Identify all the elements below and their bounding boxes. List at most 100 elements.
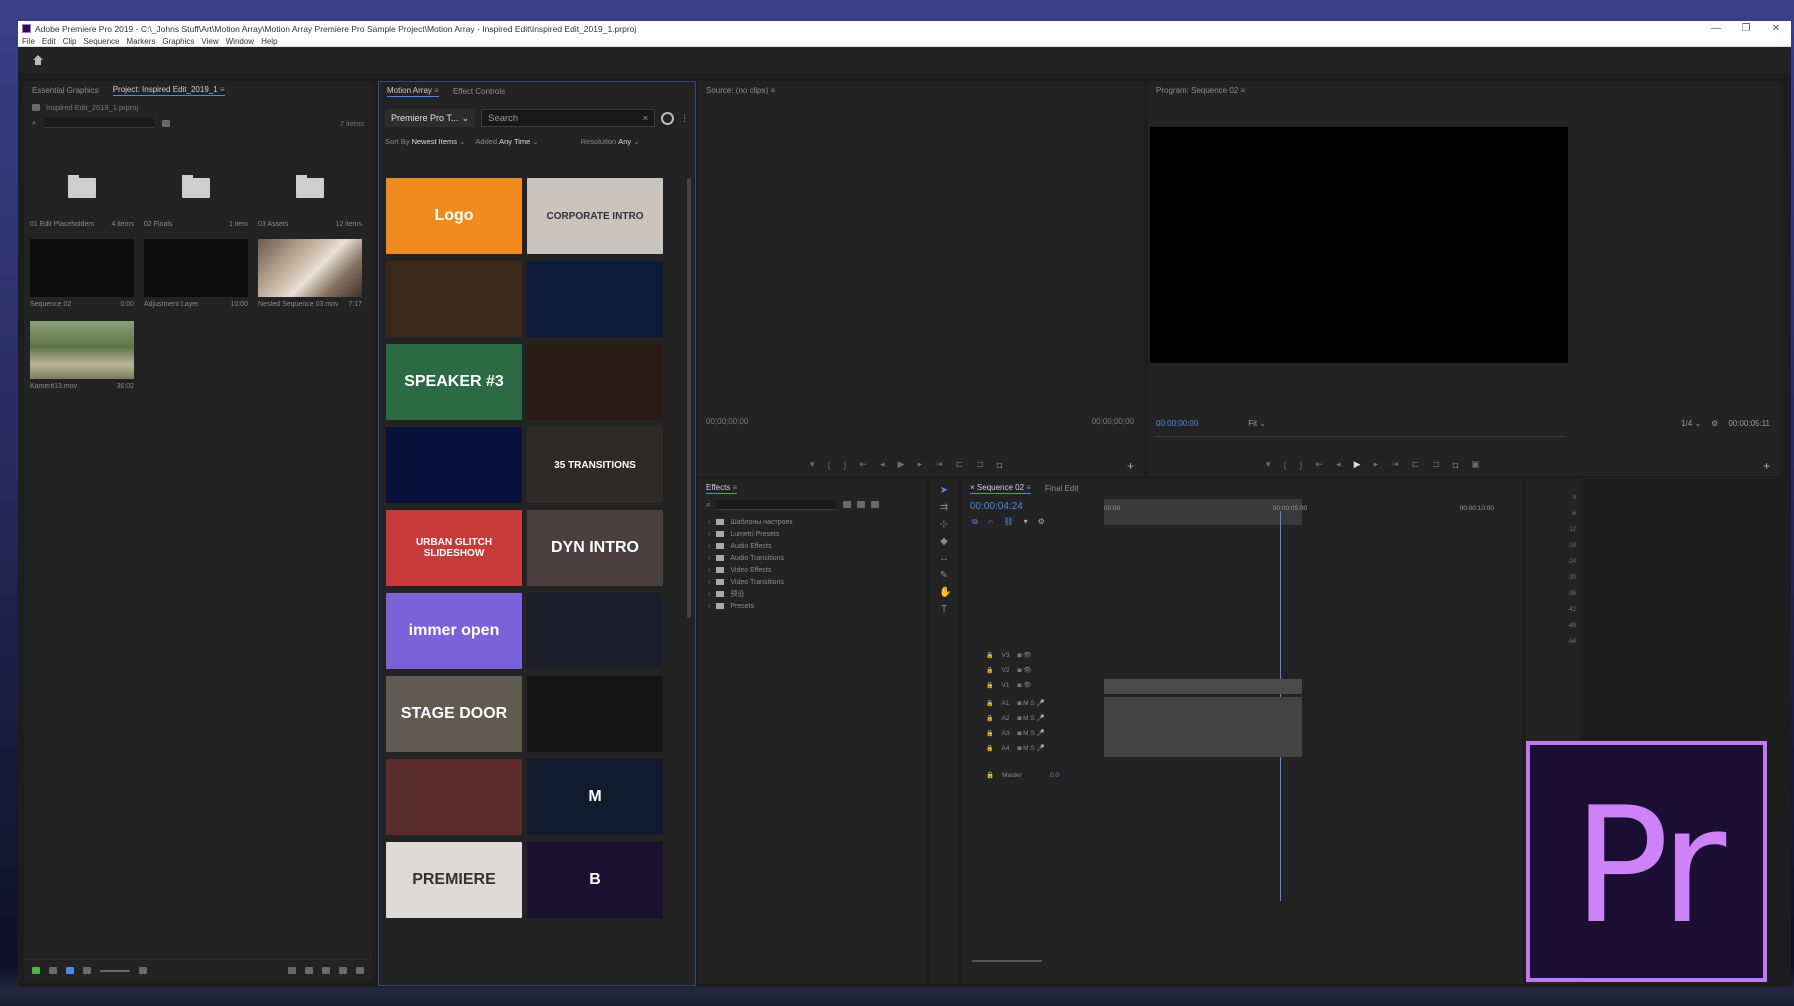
panel-menu-icon[interactable]: ≡ [733, 483, 738, 492]
trash-icon[interactable] [356, 967, 364, 974]
step-forward-icon[interactable]: ▸ [1374, 459, 1379, 470]
restore-button[interactable]: ❐ [1731, 23, 1761, 34]
new-bin-icon[interactable] [162, 119, 171, 127]
yuv-effects-icon[interactable] [871, 501, 880, 508]
template-tile[interactable]: 35 TRANSITIONS [527, 427, 663, 503]
program-scrub-bar[interactable] [1154, 436, 1566, 437]
template-tile[interactable]: SPEAKER #3 [386, 344, 522, 420]
template-tile[interactable] [527, 261, 663, 337]
clear-search-icon[interactable]: × [643, 113, 649, 124]
template-tile[interactable]: URBAN GLITCH SLIDESHOW [386, 510, 522, 586]
hand-tool-icon[interactable]: ✋ [939, 588, 951, 598]
tab-effects[interactable]: Effects ≡ [706, 483, 738, 494]
template-tile[interactable]: STAGE DOOR [386, 676, 522, 752]
freeform-view-icon[interactable] [83, 967, 91, 974]
lock-icon[interactable]: 🔒 [986, 715, 993, 722]
razor-tool-icon[interactable]: ◆ [939, 537, 949, 547]
menu-window[interactable]: Window [226, 37, 254, 46]
panel-menu-icon[interactable]: ≡ [770, 86, 775, 95]
lock-icon[interactable]: 🔒 [986, 652, 993, 659]
minimize-button[interactable]: — [1701, 23, 1731, 34]
lock-icon[interactable]: 🔒 [986, 682, 993, 689]
go-to-in-icon[interactable]: ⇤ [1316, 459, 1324, 470]
lock-icon[interactable]: 🔒 [986, 700, 993, 707]
play-icon[interactable]: ▶ [898, 459, 905, 470]
lock-icon[interactable] [32, 967, 40, 974]
project-search-input[interactable] [44, 118, 155, 128]
home-icon[interactable] [32, 54, 44, 66]
panel-menu-icon[interactable]: ≡ [434, 86, 439, 95]
resolution-dropdown[interactable]: 1/4 ⌄ [1681, 419, 1701, 428]
effects-search-input[interactable] [717, 499, 838, 510]
tab-final-edit[interactable]: Final Edit [1045, 484, 1078, 493]
source-playhead-timecode[interactable]: 00;00;00;00 [706, 417, 748, 426]
mark-in-icon[interactable]: { [1284, 460, 1287, 470]
sort-icon[interactable] [139, 967, 147, 974]
mark-in-icon[interactable]: { [828, 460, 831, 470]
track-label[interactable]: A1 [1001, 700, 1009, 707]
chevron-right-icon[interactable]: › [708, 531, 710, 538]
track-label[interactable]: A4 [1001, 745, 1009, 752]
mark-out-icon[interactable]: } [844, 460, 847, 470]
template-tile[interactable]: B [527, 842, 663, 918]
ripple-edit-tool-icon[interactable]: ⊹ [939, 520, 949, 530]
effects-folder[interactable]: › 预设 [708, 588, 916, 600]
tab-essential-graphics[interactable]: Essential Graphics [32, 86, 99, 95]
panel-menu-icon[interactable]: ≡ [1241, 86, 1246, 95]
export-frame-icon[interactable]: ◘ [1453, 460, 1458, 470]
track-select-tool-icon[interactable]: ⇉ [939, 503, 949, 513]
template-tile[interactable]: M [527, 759, 663, 835]
insert-icon[interactable]: ⊏ [956, 459, 964, 470]
master-volume[interactable]: 0.0 [1050, 772, 1059, 779]
linked-selection-icon[interactable]: ⛓ [1003, 517, 1013, 527]
wrench-icon[interactable]: ⚙ [1038, 517, 1045, 527]
menu-markers[interactable]: Markers [127, 37, 156, 46]
clip-item[interactable]: Kamerit13.mov 36:02 [30, 321, 134, 390]
automate-icon[interactable] [288, 967, 296, 974]
go-to-in-icon[interactable]: ⇤ [860, 459, 868, 470]
overwrite-icon[interactable]: ⊐ [976, 459, 984, 470]
menu-help[interactable]: Help [261, 37, 277, 46]
template-tile[interactable] [527, 593, 663, 669]
effects-folder[interactable]: › Video Effects [708, 564, 916, 576]
add-marker-icon[interactable]: ▾ [1024, 517, 1028, 527]
effects-folder[interactable]: › Presets [708, 600, 916, 612]
track-label[interactable]: V3 [1001, 652, 1009, 659]
nest-icon[interactable]: ⧉ [972, 517, 978, 527]
clip-item[interactable]: Sequence 02 0:00 [30, 239, 134, 308]
bin-item[interactable]: 02 Finals 1 item [144, 159, 248, 228]
lift-icon[interactable]: ⊏ [1412, 459, 1420, 470]
template-tile[interactable] [527, 676, 663, 752]
track-label[interactable]: V2 [1001, 667, 1009, 674]
track-label[interactable]: V1 [1001, 682, 1009, 689]
lock-icon[interactable]: 🔒 [986, 667, 993, 674]
lock-icon[interactable]: 🔒 [986, 730, 993, 737]
timeline-ruler-work-area[interactable] [1104, 499, 1302, 525]
selection-tool-icon[interactable]: ➤ [939, 486, 949, 496]
timeline-zoom-scrollbar[interactable] [972, 960, 1042, 962]
tab-motion-array[interactable]: Motion Array ≡ [387, 86, 439, 97]
resolution-filter[interactable]: Resolution Any ⌄ [581, 137, 640, 146]
template-tile[interactable]: immer open [386, 593, 522, 669]
timeline-timecode[interactable]: 00:00:04:24 [970, 501, 1023, 512]
video-clip[interactable] [1104, 679, 1302, 694]
bin-item[interactable]: 03 Assets 12 items [258, 159, 362, 228]
add-marker-icon[interactable]: ▾ [1266, 459, 1271, 470]
template-tile[interactable] [386, 759, 522, 835]
search-input[interactable]: Search × [481, 109, 656, 127]
clip-item[interactable]: Adjustment Layer 10:00 [144, 239, 248, 308]
tab-sequence-02[interactable]: × Sequence 02 ≡ [970, 483, 1031, 494]
pen-tool-icon[interactable]: ✎ [939, 571, 949, 581]
accelerated-effects-icon[interactable] [843, 501, 852, 508]
go-to-out-icon[interactable]: ⇥ [1391, 459, 1399, 470]
icon-view-icon[interactable] [66, 967, 74, 974]
effects-folder[interactable]: › Audio Effects [708, 540, 916, 552]
program-add-button[interactable]: + [1763, 459, 1770, 473]
chevron-right-icon[interactable]: › [708, 555, 710, 562]
template-tile[interactable]: PREMIERE [386, 842, 522, 918]
eye-icon[interactable]: ◙ 👁 [1017, 681, 1031, 689]
scrollbar[interactable] [687, 178, 691, 618]
track-label[interactable]: A2 [1001, 715, 1009, 722]
mark-out-icon[interactable]: } [1300, 460, 1303, 470]
step-forward-icon[interactable]: ▸ [918, 459, 923, 470]
